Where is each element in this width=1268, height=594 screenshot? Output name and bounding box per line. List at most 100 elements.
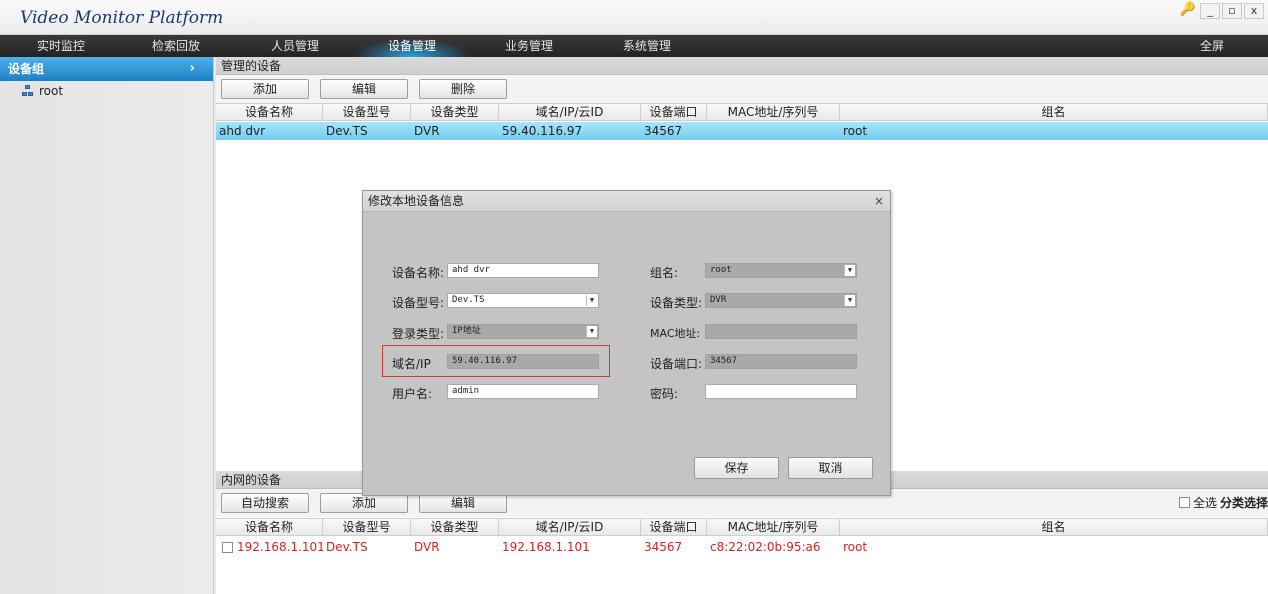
username-input[interactable]: admin [447,384,599,399]
cell-group: root [843,540,868,554]
domain-ip-input[interactable]: 59.40.116.97 [447,354,599,369]
edit-device-button[interactable]: 编辑 [320,79,408,99]
group-label: 组名: [650,266,679,280]
login-type-label: 登录类型: [392,327,445,341]
cell-device-name: 192.168.1.101 [237,540,323,554]
save-button[interactable]: 保存 [694,457,779,479]
nav-business[interactable]: 业务管理 [505,35,553,57]
maximize-button[interactable]: ▫ [1222,3,1242,19]
group-select[interactable]: root ▼ [705,263,857,278]
nav-personnel[interactable]: 人员管理 [271,35,319,57]
classify-select-label[interactable]: 分类选择 [1220,494,1268,511]
col-domain-ip[interactable]: 域名/IP/云ID [499,104,641,121]
add-device-button[interactable]: 添加 [221,79,309,99]
device-model-label: 设备型号: [392,296,445,310]
device-group-header[interactable]: 设备组 › [0,57,213,81]
col-device-type[interactable]: 设备类型 [411,104,499,121]
col-device-type[interactable]: 设备类型 [411,519,499,536]
login-type-value: IP地址 [452,326,481,336]
minimize-button[interactable]: _ [1200,3,1220,19]
col-group[interactable]: 组名 [840,519,1268,536]
cancel-button[interactable]: 取消 [788,457,873,479]
port-input[interactable]: 34567 [705,354,857,369]
col-device-name[interactable]: 设备名称 [216,104,323,121]
group-value: root [710,265,732,275]
lan-table-header: 设备名称 设备型号 设备类型 域名/IP/云ID 设备端口 MAC地址/序列号 … [216,518,1268,536]
cell-domain-ip: 192.168.1.101 [502,540,590,554]
cell-device-model: Dev.TS [326,540,368,554]
lan-add-button[interactable]: 添加 [320,493,408,513]
window-controls: 🔑 _ ▫ x [1178,3,1264,19]
managed-devices-label: 管理的设备 [216,57,1268,75]
col-device-name[interactable]: 设备名称 [216,519,323,536]
cell-mac [707,122,840,140]
cell-device-name: ahd dvr [219,124,266,138]
table-row[interactable]: ahd dvr Dev.TS DVR 59.40.116.97 34567 ro… [216,122,1268,140]
title-bar: Video Monitor Platform 🔑 _ ▫ x [0,0,1268,35]
cell-domain-ip: 59.40.116.97 [502,124,583,138]
dialog-title: 修改本地设备信息 [363,191,890,212]
mac-label: MAC地址: [650,327,701,340]
tree-item-label: root [39,84,64,98]
cell-device-type: DVR [414,124,440,138]
device-type-value: DVR [710,295,727,305]
select-all-checkbox[interactable] [1178,497,1190,508]
main-nav: 实时监控 检索回放 人员管理 设备管理 业务管理 系统管理 全屏 [0,35,1268,57]
nav-system[interactable]: 系统管理 [623,35,671,57]
mac-input[interactable] [705,324,857,339]
lan-edit-button[interactable]: 编辑 [419,493,507,513]
device-model-value: Dev.TS [452,295,485,305]
col-domain-ip[interactable]: 域名/IP/云ID [499,519,641,536]
chevron-right-icon[interactable]: › [190,57,195,81]
row-checkbox[interactable] [222,542,233,553]
chevron-down-icon[interactable]: ▼ [586,326,597,337]
col-port[interactable]: 设备端口 [641,104,707,121]
col-device-model[interactable]: 设备型号 [323,519,411,536]
cell-port: 34567 [644,540,683,554]
device-group-title: 设备组 [8,62,45,76]
auto-search-button[interactable]: 自动搜索 [221,493,309,513]
device-name-input[interactable]: ahd dvr [447,263,599,278]
select-all-label: 全选 [1192,496,1217,510]
col-port[interactable]: 设备端口 [641,519,707,536]
managed-table-header: 设备名称 设备型号 设备类型 域名/IP/云ID 设备端口 MAC地址/序列号 … [216,103,1268,121]
col-group[interactable]: 组名 [840,104,1268,121]
username-label: 用户名: [392,387,433,401]
chevron-down-icon[interactable]: ▼ [844,295,855,306]
device-model-select[interactable]: Dev.TS ▼ [447,293,599,308]
device-group-icon [22,85,34,97]
cell-mac: c8:22:02:0b:95:a6 [710,540,821,554]
password-input[interactable] [705,384,857,399]
nav-playback[interactable]: 检索回放 [152,35,200,57]
domain-ip-label: 域名/IP [392,357,431,371]
delete-device-button[interactable]: 删除 [419,79,507,99]
select-all-control[interactable]: 全选 分类选择 [1178,494,1268,511]
port-label: 设备端口: [650,357,703,371]
cell-port: 34567 [644,124,683,138]
cell-group: root [843,124,868,138]
password-label: 密码: [650,387,679,401]
device-name-label: 设备名称: [392,266,445,280]
cell-device-type: DVR [414,540,440,554]
device-type-label: 设备类型: [650,296,703,310]
login-type-select[interactable]: IP地址 ▼ [447,324,599,339]
device-type-select[interactable]: DVR ▼ [705,293,857,308]
chevron-down-icon[interactable]: ▼ [586,295,597,306]
sidebar: 设备组 › root [0,57,214,594]
tree-item-root[interactable]: root [0,81,213,101]
nav-live-monitor[interactable]: 实时监控 [37,35,85,57]
col-mac[interactable]: MAC地址/序列号 [707,519,840,536]
table-row[interactable]: 192.168.1.101 Dev.TS DVR 192.168.1.101 3… [216,538,1268,556]
managed-toolbar: 添加 编辑 删除 [216,75,1268,103]
chevron-down-icon[interactable]: ▼ [844,265,855,276]
dialog-close-icon[interactable]: × [874,191,884,212]
settings-key-icon[interactable]: 🔑 [1178,3,1198,19]
app-title: Video Monitor Platform [20,8,224,28]
close-button[interactable]: x [1244,3,1264,19]
col-device-model[interactable]: 设备型号 [323,104,411,121]
edit-device-dialog: 修改本地设备信息 × 设备名称: ahd dvr 设备型号: Dev.TS ▼ … [362,190,891,496]
col-mac[interactable]: MAC地址/序列号 [707,104,840,121]
fullscreen-button[interactable]: 全屏 [1200,35,1224,57]
nav-device-management[interactable]: 设备管理 [388,35,436,57]
cell-device-model: Dev.TS [326,124,368,138]
